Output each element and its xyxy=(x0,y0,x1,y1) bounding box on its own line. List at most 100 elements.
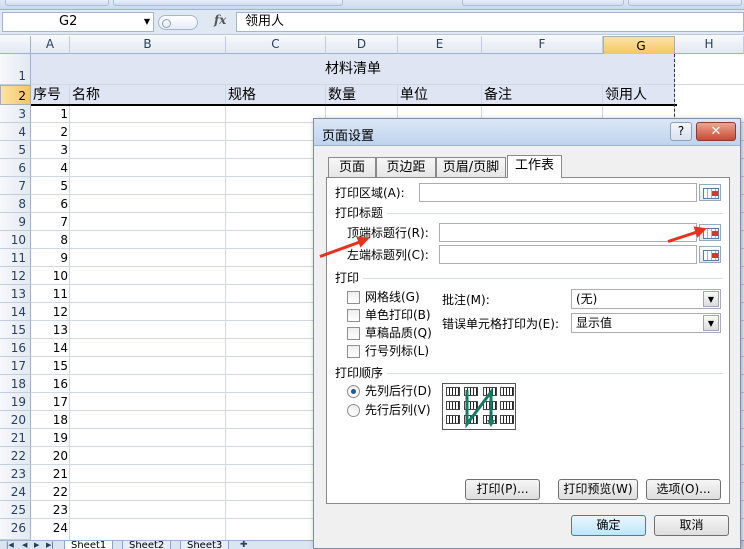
serial-cell[interactable]: 18 xyxy=(31,412,68,429)
row-header[interactable]: 3 xyxy=(0,105,31,123)
draft-quality-label[interactable]: 草稿品质(Q) xyxy=(365,326,432,340)
comments-select[interactable]: (无) ▼ xyxy=(571,289,721,309)
serial-cell[interactable]: 24 xyxy=(31,520,68,537)
gridlines-checkbox[interactable] xyxy=(347,291,360,304)
row-header[interactable]: 16 xyxy=(0,339,31,357)
chevron-down-icon[interactable]: ▼ xyxy=(703,315,719,331)
row-header[interactable]: 10 xyxy=(0,231,31,249)
row-header[interactable]: 14 xyxy=(0,303,31,321)
down-then-over-radio[interactable] xyxy=(347,385,360,398)
row-header[interactable]: 5 xyxy=(0,141,31,159)
black-white-checkbox[interactable] xyxy=(347,309,360,322)
serial-cell[interactable]: 21 xyxy=(31,466,68,483)
close-button[interactable]: ✕ xyxy=(696,122,736,141)
over-then-down-label[interactable]: 先行后列(V) xyxy=(365,403,431,417)
options-button[interactable]: 选项(O)... xyxy=(646,479,721,500)
over-then-down-radio[interactable] xyxy=(347,404,360,417)
serial-cell[interactable]: 22 xyxy=(31,484,68,501)
row-header[interactable]: 23 xyxy=(0,465,31,483)
serial-cell[interactable]: 20 xyxy=(31,448,68,465)
collapse-dialog-icon[interactable] xyxy=(699,246,721,263)
row-header[interactable]: 6 xyxy=(0,159,31,177)
column-header-e[interactable]: E xyxy=(398,36,482,54)
tab-sheet2[interactable]: Sheet2 xyxy=(122,541,172,549)
serial-cell[interactable]: 6 xyxy=(31,196,68,213)
print-area-input[interactable] xyxy=(419,183,697,202)
row-header[interactable]: 20 xyxy=(0,411,31,429)
row-header[interactable]: 8 xyxy=(0,195,31,213)
collapse-dialog-icon[interactable] xyxy=(699,184,721,201)
serial-cell[interactable]: 11 xyxy=(31,286,68,303)
row-header[interactable]: 21 xyxy=(0,429,31,447)
gridlines-label[interactable]: 网格线(G) xyxy=(365,290,420,304)
ribbon-button[interactable] xyxy=(5,0,109,6)
serial-cell[interactable]: 4 xyxy=(31,160,68,177)
rows-to-repeat-input[interactable] xyxy=(439,223,697,242)
serial-cell[interactable]: 14 xyxy=(31,340,68,357)
row-header[interactable]: 18 xyxy=(0,375,31,393)
column-header-d[interactable]: D xyxy=(326,36,398,54)
ribbon-button[interactable] xyxy=(462,0,624,6)
ok-button[interactable]: 确定 xyxy=(571,515,646,536)
dialog-titlebar[interactable]: 页面设置 ? ✕ xyxy=(314,119,740,146)
header-name[interactable]: 名称 xyxy=(70,85,100,105)
row-col-headings-label[interactable]: 行号列标(L) xyxy=(365,344,429,358)
print-preview-button[interactable]: 打印预览(W) xyxy=(558,479,638,500)
black-white-label[interactable]: 单色打印(B) xyxy=(365,308,431,322)
row-header[interactable]: 4 xyxy=(0,123,31,141)
print-button[interactable]: 打印(P)... xyxy=(465,479,540,500)
first-sheet-icon[interactable]: |◀ xyxy=(6,541,14,549)
serial-cell[interactable]: 10 xyxy=(31,268,68,285)
serial-cell[interactable]: 15 xyxy=(31,358,68,375)
ribbon-button[interactable] xyxy=(113,0,343,6)
row-header[interactable]: 9 xyxy=(0,213,31,231)
tab-page[interactable]: 页面 xyxy=(328,157,376,177)
column-header-f[interactable]: F xyxy=(482,36,603,54)
row-header[interactable]: 19 xyxy=(0,393,31,411)
next-sheet-icon[interactable]: ▶ xyxy=(34,541,39,549)
serial-cell[interactable]: 3 xyxy=(31,142,68,159)
row-header[interactable]: 12 xyxy=(0,267,31,285)
chevron-down-icon[interactable]: ▼ xyxy=(144,13,150,31)
cell-errors-select[interactable]: 显示值 ▼ xyxy=(571,313,721,333)
tab-sheet1[interactable]: Sheet1 xyxy=(64,541,114,549)
insert-function-icon[interactable]: fx xyxy=(214,13,226,27)
serial-cell[interactable]: 1 xyxy=(31,106,68,123)
last-sheet-icon[interactable]: ▶| xyxy=(46,541,54,549)
serial-cell[interactable]: 5 xyxy=(31,178,68,195)
header-quantity[interactable]: 数量 xyxy=(326,85,356,105)
column-header-a[interactable]: A xyxy=(31,36,70,54)
row-header[interactable]: 7 xyxy=(0,177,31,195)
serial-cell[interactable]: 8 xyxy=(31,232,68,249)
sheet-title[interactable]: 材料清单 xyxy=(31,54,675,85)
column-header-h[interactable]: H xyxy=(675,36,744,54)
serial-cell[interactable]: 23 xyxy=(31,502,68,519)
header-recipient[interactable]: 领用人 xyxy=(603,85,647,105)
header-serial[interactable]: 序号 xyxy=(31,85,61,105)
down-then-over-label[interactable]: 先列后行(D) xyxy=(365,384,432,398)
row-col-headings-checkbox[interactable] xyxy=(347,345,360,358)
row-header[interactable]: 15 xyxy=(0,321,31,339)
row-header[interactable]: 26 xyxy=(0,519,31,540)
column-header-b[interactable]: B xyxy=(70,36,226,54)
ribbon-button[interactable] xyxy=(628,0,742,6)
row-header[interactable]: 24 xyxy=(0,483,31,501)
header-remark[interactable]: 备注 xyxy=(482,85,512,105)
serial-cell[interactable]: 16 xyxy=(31,376,68,393)
name-box[interactable]: G2 ▼ xyxy=(2,12,154,32)
cols-to-repeat-input[interactable] xyxy=(439,245,697,264)
formula-expand-handle[interactable] xyxy=(158,15,198,30)
formula-input[interactable]: 领用人 xyxy=(236,12,744,32)
serial-cell[interactable]: 19 xyxy=(31,430,68,447)
serial-cell[interactable]: 13 xyxy=(31,322,68,339)
insert-sheet-icon[interactable]: ✚ xyxy=(240,541,248,549)
row-header[interactable]: 1 xyxy=(0,54,31,85)
select-all-corner[interactable] xyxy=(0,36,31,54)
row-header[interactable]: 22 xyxy=(0,447,31,465)
row-header[interactable]: 13 xyxy=(0,285,31,303)
row-header[interactable]: 25 xyxy=(0,501,31,519)
header-unit[interactable]: 单位 xyxy=(398,85,428,105)
draft-quality-checkbox[interactable] xyxy=(347,327,360,340)
row-header[interactable]: 2 xyxy=(0,85,31,105)
tab-sheet3[interactable]: Sheet3 xyxy=(180,541,230,549)
